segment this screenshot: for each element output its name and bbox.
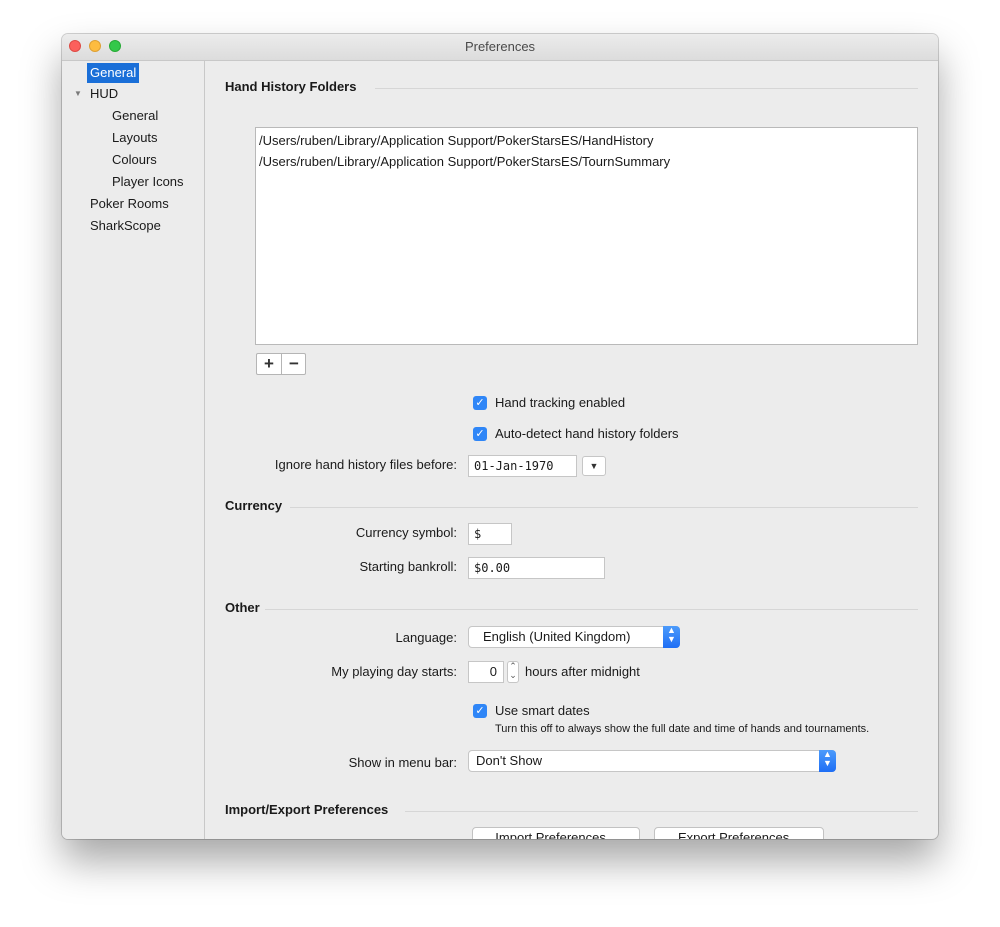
section-divider bbox=[375, 88, 918, 89]
sidebar-item-sharkscope[interactable]: SharkScope bbox=[90, 216, 161, 236]
ignore-date-field[interactable]: 01-Jan-1970 bbox=[468, 455, 577, 477]
language-select[interactable]: English (United Kingdom) ▲ ▼ bbox=[468, 626, 680, 648]
date-picker-dropdown-icon[interactable]: ▼ bbox=[582, 456, 606, 476]
menubar-select-value: Don't Show bbox=[476, 753, 543, 768]
hours-suffix-label: hours after midnight bbox=[525, 664, 640, 679]
smart-dates-note: Turn this off to always show the full da… bbox=[495, 723, 870, 735]
ignore-before-label: Ignore hand history files before: bbox=[274, 457, 457, 472]
sidebar-item-hud-colours[interactable]: Colours bbox=[112, 150, 157, 170]
autodetect-label: Auto-detect hand history folders bbox=[495, 426, 679, 441]
add-remove-control: + − bbox=[256, 353, 306, 375]
playing-day-label: My playing day starts: bbox=[331, 664, 457, 679]
sidebar-item-poker-rooms[interactable]: Poker Rooms bbox=[90, 194, 169, 214]
title-bar: Preferences bbox=[62, 34, 938, 61]
chevron-up-down-icon: ▲ ▼ bbox=[663, 626, 680, 648]
hours-stepper[interactable]: ⌃ ⌄ bbox=[507, 661, 519, 683]
section-divider bbox=[405, 811, 918, 812]
preferences-pane: Hand History Folders /Users/ruben/Librar… bbox=[205, 61, 938, 839]
language-label: Language: bbox=[395, 630, 457, 645]
autodetect-checkbox[interactable]: ✓ bbox=[473, 427, 487, 441]
menubar-select[interactable]: Don't Show ▲ ▼ bbox=[468, 750, 836, 772]
starting-bankroll-label: Starting bankroll: bbox=[359, 559, 457, 574]
starting-bankroll-field[interactable]: $0.00 bbox=[468, 557, 605, 579]
hand-tracking-checkbox[interactable]: ✓ bbox=[473, 396, 487, 410]
currency-symbol-label: Currency symbol: bbox=[355, 525, 457, 540]
playing-day-hours-field[interactable]: 0 bbox=[468, 661, 504, 683]
hand-history-heading: Hand History Folders bbox=[225, 79, 357, 94]
remove-folder-button[interactable]: − bbox=[282, 354, 306, 374]
disclosure-triangle-icon[interactable]: ▼ bbox=[74, 89, 82, 98]
export-preferences-button[interactable]: Export Preferences... bbox=[654, 827, 824, 839]
import-export-heading: Import/Export Preferences bbox=[225, 802, 389, 817]
sidebar-item-hud-player-icons[interactable]: Player Icons bbox=[112, 172, 184, 192]
sidebar-item-hud-layouts[interactable]: Layouts bbox=[112, 128, 158, 148]
currency-heading: Currency bbox=[225, 498, 283, 513]
language-select-value: English (United Kingdom) bbox=[483, 629, 631, 644]
menubar-label: Show in menu bar: bbox=[348, 755, 457, 770]
close-window-button[interactable] bbox=[69, 40, 81, 52]
smart-dates-checkbox[interactable]: ✓ bbox=[473, 704, 487, 718]
import-preferences-button[interactable]: Import Preferences... bbox=[472, 827, 640, 839]
sidebar-item-hud-general[interactable]: General bbox=[112, 106, 158, 126]
zoom-window-button[interactable] bbox=[109, 40, 121, 52]
window-title: Preferences bbox=[464, 39, 536, 54]
hand-history-folder-list[interactable]: /Users/ruben/Library/Application Support… bbox=[255, 127, 918, 345]
smart-dates-label: Use smart dates bbox=[495, 703, 590, 718]
currency-symbol-field[interactable]: $ bbox=[468, 523, 512, 545]
sidebar: General ▼ HUD General Layouts Colours Pl… bbox=[62, 61, 205, 839]
list-item[interactable]: /Users/ruben/Library/Application Support… bbox=[259, 154, 670, 169]
hand-tracking-label: Hand tracking enabled bbox=[495, 395, 626, 410]
sidebar-item-hud[interactable]: HUD bbox=[90, 84, 118, 104]
sidebar-item-general[interactable]: General bbox=[87, 63, 140, 83]
list-item[interactable]: /Users/ruben/Library/Application Support… bbox=[259, 133, 654, 148]
minimize-window-button[interactable] bbox=[89, 40, 101, 52]
chevron-up-down-icon: ▲ ▼ bbox=[819, 750, 836, 772]
section-divider bbox=[290, 507, 918, 508]
preferences-window: Preferences General ▼ HUD General Layout… bbox=[62, 34, 938, 839]
other-heading: Other bbox=[225, 600, 260, 615]
section-divider bbox=[265, 609, 918, 610]
add-folder-button[interactable]: + bbox=[257, 354, 282, 374]
